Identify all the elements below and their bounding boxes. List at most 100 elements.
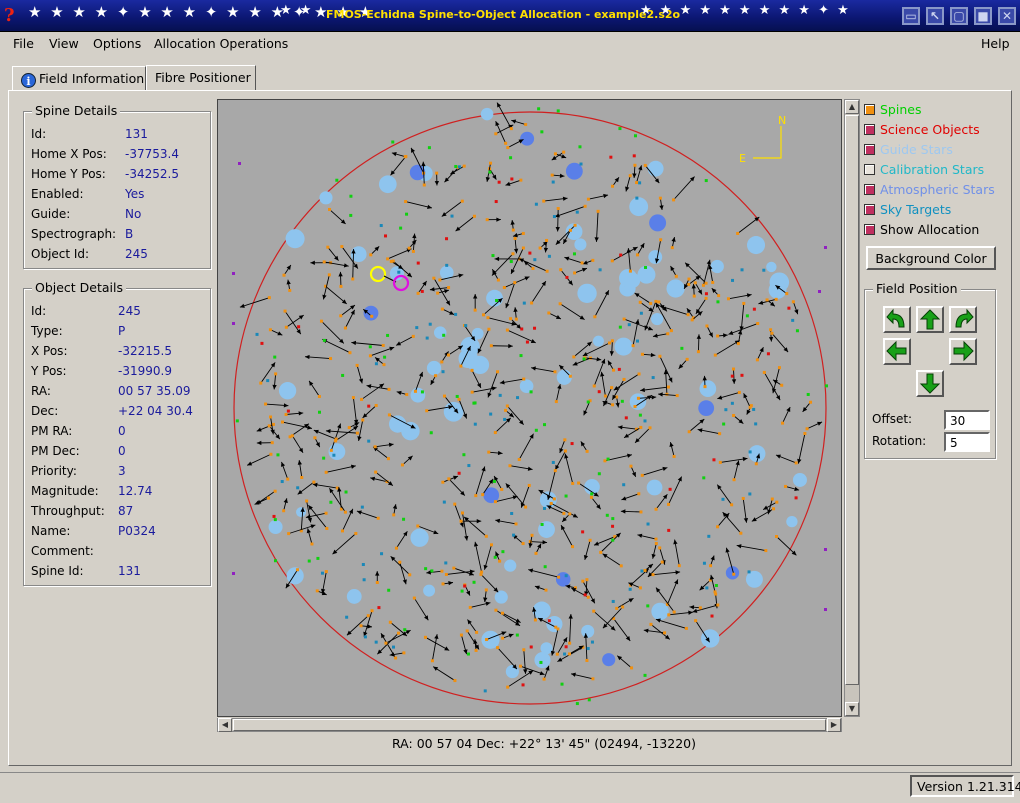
spine-marker (762, 370, 766, 374)
calibration-marker (618, 127, 622, 131)
offset-input[interactable]: 30 (944, 410, 990, 430)
legend-checkbox[interactable] (864, 144, 875, 155)
rotate-clockwise-button[interactable] (949, 306, 977, 333)
guide-star-marker (577, 283, 597, 304)
arrow-head (488, 478, 494, 484)
tab-field-information[interactable]: i Field Information (12, 66, 146, 90)
legend-item-calibration-stars[interactable]: Calibration Stars (864, 162, 984, 180)
legend-item-show-allocation[interactable]: Show Allocation (864, 222, 979, 240)
legend-checkbox[interactable] (864, 184, 875, 195)
field-plot-canvas[interactable]: N E (218, 100, 842, 717)
science-object-marker (260, 341, 264, 345)
guide-star-marker (614, 337, 633, 356)
legend-item-science-objects[interactable]: Science Objects (864, 122, 980, 140)
calibration-marker (515, 633, 519, 637)
calibration-marker (462, 453, 466, 457)
legend-checkbox[interactable] (864, 104, 875, 115)
spine-allocation-arrow (326, 465, 356, 473)
detail-label: Dec: (31, 404, 59, 418)
scroll-up-icon[interactable]: ▲ (845, 100, 859, 114)
scroll-right-icon[interactable]: ▶ (827, 718, 841, 732)
spine-marker (654, 507, 658, 511)
move-down-button[interactable] (916, 370, 944, 397)
arrow-head (539, 671, 545, 676)
spine-marker (264, 402, 268, 406)
arrow-head (392, 504, 398, 509)
detail-value: P (118, 324, 126, 338)
spine-marker (553, 152, 557, 156)
legend-checkbox[interactable] (864, 224, 875, 235)
background-color-button[interactable]: Background Color (866, 246, 996, 270)
legend-item-sky-targets[interactable]: Sky Targets (864, 202, 951, 220)
menu-options[interactable]: Options (93, 36, 141, 51)
spine-marker (639, 510, 643, 514)
legend-item-spines[interactable]: Spines (864, 102, 921, 120)
spine-marker (563, 449, 567, 453)
move-right-button[interactable] (949, 338, 977, 365)
close-button[interactable]: ✕ (998, 7, 1016, 25)
shade-button[interactable]: ▭ (902, 7, 920, 25)
legend-item-guide-stars[interactable]: Guide Stars (864, 142, 953, 160)
spine-marker (300, 475, 304, 479)
guide-star-marker (486, 289, 503, 307)
spine-marker (568, 374, 572, 378)
iconify-icon[interactable]: ↖ (926, 7, 944, 25)
sky-target-marker (510, 511, 514, 515)
scroll-left-icon[interactable]: ◀ (218, 718, 232, 732)
spine-marker (591, 258, 595, 262)
calibration-marker (316, 556, 320, 560)
arrow-head (353, 263, 358, 269)
sky-target-marker (752, 407, 756, 411)
move-left-button[interactable] (883, 338, 911, 365)
spine-marker (809, 400, 813, 404)
menu-allocation-operations[interactable]: Allocation Operations (154, 36, 288, 51)
horizontal-scroll-thumb[interactable] (233, 719, 826, 731)
selected-spine-marker[interactable] (369, 265, 387, 283)
sky-target-marker (635, 339, 639, 343)
spine-marker (504, 141, 508, 145)
arrow-head (768, 336, 774, 342)
science-object-marker (525, 340, 529, 344)
move-up-button[interactable] (916, 306, 944, 333)
spine-marker (452, 566, 456, 570)
app-icon[interactable]: ? (4, 5, 22, 27)
legend-checkbox[interactable] (864, 124, 875, 135)
spine-marker (764, 549, 768, 553)
science-object-marker (367, 404, 371, 408)
tab-fibre-positioner[interactable]: Fibre Positioner (146, 65, 256, 91)
spine-marker (459, 633, 463, 637)
menu-view[interactable]: View (49, 36, 79, 51)
arrow-head (651, 395, 657, 400)
calibration-marker (543, 423, 547, 427)
spine-marker (637, 372, 641, 376)
rotate-anticlockwise-button[interactable] (883, 306, 911, 333)
detail-value: B (125, 227, 134, 241)
science-object-marker (712, 458, 716, 462)
menu-file[interactable]: File (13, 36, 34, 51)
legend-item-atmospheric-stars[interactable]: Atmospheric Stars (864, 182, 995, 200)
spine-marker (622, 377, 626, 381)
spine-marker (269, 415, 273, 419)
horizontal-scrollbar[interactable]: ◀ ▶ (217, 718, 842, 732)
arrow-head (283, 403, 289, 408)
spine-marker (709, 564, 713, 568)
scroll-down-icon[interactable]: ▼ (845, 702, 859, 716)
vertical-scrollbar[interactable]: ▲ ▼ (844, 99, 860, 717)
arrow-head (298, 315, 304, 320)
rotation-input[interactable]: 5 (944, 432, 990, 452)
guide-star-marker (748, 445, 766, 463)
maximize-button[interactable]: ■ (974, 7, 992, 25)
menu-help[interactable]: Help (981, 36, 1010, 51)
sky-target-marker (564, 574, 568, 578)
legend-checkbox[interactable] (864, 164, 875, 175)
legend-checkbox[interactable] (864, 204, 875, 215)
arrow-head (494, 256, 500, 262)
spine-marker (704, 281, 708, 285)
vertical-scroll-thumb[interactable] (845, 115, 859, 685)
field-plot[interactable]: N E (217, 99, 842, 717)
spine-allocation-arrow (507, 329, 536, 344)
outside-object-marker (232, 272, 235, 275)
sky-target-marker (579, 162, 583, 166)
spine-marker (339, 314, 343, 318)
restore-button[interactable]: ▢ (950, 7, 968, 25)
